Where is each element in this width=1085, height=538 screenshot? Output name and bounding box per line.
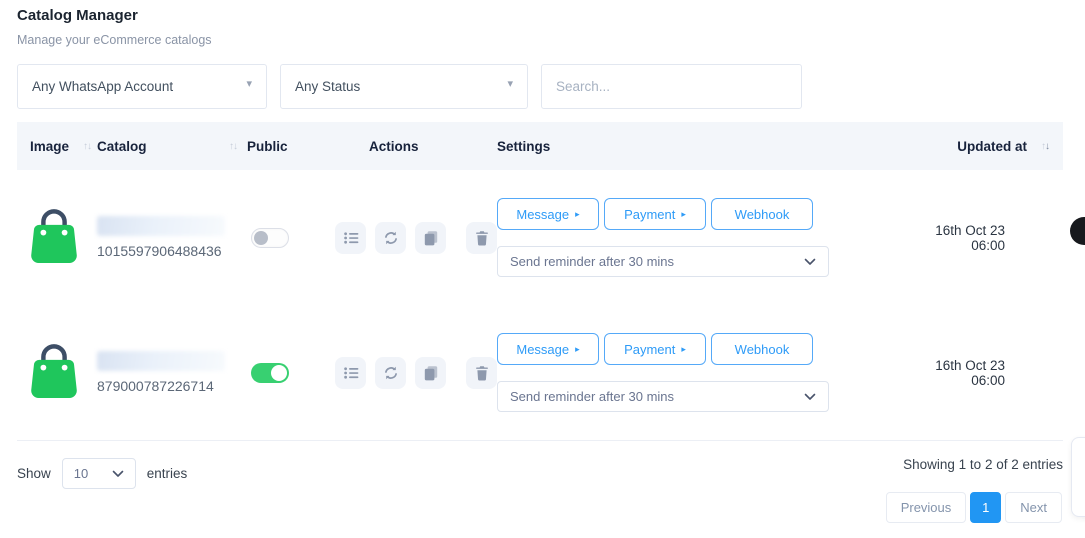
shopping-bag-icon: [27, 205, 81, 265]
sync-button[interactable]: [375, 357, 406, 389]
submenu-caret-icon: ▸: [681, 210, 686, 219]
shopping-bag-icon: [27, 340, 81, 400]
page-size-control: Show 10 entries: [17, 458, 187, 489]
whatsapp-account-filter-value: Any WhatsApp Account: [32, 79, 173, 94]
delete-button[interactable]: [466, 222, 497, 254]
next-page-button[interactable]: Next: [1005, 492, 1062, 523]
message-button[interactable]: Message ▸: [497, 333, 599, 365]
sync-icon: [383, 365, 399, 381]
page-size-value: 10: [74, 466, 88, 481]
column-header-actions: Actions: [327, 139, 497, 154]
delete-button[interactable]: [466, 357, 497, 389]
catalog-name-redacted: [97, 216, 225, 236]
catalog-manager-page: Catalog Manager Manage your eCommerce ca…: [0, 0, 1085, 538]
sort-icon[interactable]: ↑↓: [229, 141, 237, 152]
copy-icon: [423, 230, 439, 246]
table-row: 1015597906488436 Message ▸: [17, 170, 1063, 306]
column-header-settings: Settings: [497, 139, 918, 154]
webhook-button[interactable]: Webhook: [711, 198, 813, 230]
updated-at: 16th Oct 23 06:00: [918, 223, 1063, 253]
search-input[interactable]: [541, 64, 802, 109]
page-1-button[interactable]: 1: [970, 492, 1001, 523]
catalog-cell: 879000787226714: [97, 351, 247, 394]
column-header-public: Public: [247, 139, 327, 154]
payment-button[interactable]: Payment ▸: [604, 198, 706, 230]
reminder-select[interactable]: Send reminder after 30 mins: [497, 246, 829, 277]
whatsapp-account-filter[interactable]: Any WhatsApp Account ▾: [17, 64, 267, 109]
filter-bar: Any WhatsApp Account ▾ Any Status ▾: [17, 64, 802, 109]
chevron-down-icon: [804, 258, 816, 266]
public-cell: [247, 363, 327, 383]
copy-button[interactable]: [415, 222, 446, 254]
public-cell: [247, 228, 327, 248]
catalog-image-cell: [17, 205, 97, 270]
copy-icon: [423, 365, 439, 381]
status-filter-value: Any Status: [295, 79, 360, 94]
floating-widget-panel[interactable]: [1071, 437, 1085, 517]
reminder-select-value: Send reminder after 30 mins: [510, 389, 674, 404]
reminder-select-value: Send reminder after 30 mins: [510, 254, 674, 269]
showing-entries-text: Showing 1 to 2 of 2 entries: [903, 457, 1063, 472]
list-icon: [343, 365, 359, 381]
settings-buttons: Message ▸ Payment ▸ Webhook: [497, 333, 918, 365]
actions-cell: [327, 222, 497, 254]
caret-down-icon: ▾: [246, 77, 252, 90]
updated-at: 16th Oct 23 06:00: [918, 358, 1063, 388]
submenu-caret-icon: ▸: [681, 345, 686, 354]
toggle-knob: [254, 231, 268, 245]
list-button[interactable]: [335, 222, 366, 254]
chevron-down-icon: [804, 393, 816, 401]
copy-button[interactable]: [415, 357, 446, 389]
pagination: Previous 1 Next: [886, 492, 1062, 523]
settings-buttons: Message ▸ Payment ▸ Webhook: [497, 198, 918, 230]
floating-widget-circle[interactable]: [1070, 217, 1085, 245]
list-button[interactable]: [335, 357, 366, 389]
toggle-knob: [271, 365, 287, 381]
table-header: Image ↑↓ Catalog ↑↓ Public Actions Setti…: [17, 122, 1063, 170]
show-label: Show: [17, 466, 51, 481]
page-title: Catalog Manager: [17, 7, 138, 24]
entries-label: entries: [147, 466, 188, 481]
column-header-image[interactable]: Image ↑↓: [17, 139, 97, 154]
sync-icon: [383, 230, 399, 246]
submenu-caret-icon: ▸: [575, 345, 580, 354]
table-row: 879000787226714 Message ▸: [17, 305, 1063, 441]
trash-icon: [474, 230, 490, 246]
catalog-name-redacted: [97, 351, 225, 371]
submenu-caret-icon: ▸: [575, 210, 580, 219]
column-header-catalog[interactable]: Catalog ↑↓: [97, 139, 247, 154]
reminder-select[interactable]: Send reminder after 30 mins: [497, 381, 829, 412]
settings-cell: Message ▸ Payment ▸ Webhook Send reminde…: [497, 333, 918, 412]
sync-button[interactable]: [375, 222, 406, 254]
catalog-cell: 1015597906488436: [97, 216, 247, 259]
list-icon: [343, 230, 359, 246]
trash-icon: [474, 365, 490, 381]
public-toggle[interactable]: [251, 363, 289, 383]
payment-button[interactable]: Payment ▸: [604, 333, 706, 365]
caret-down-icon: ▾: [507, 77, 513, 90]
page-size-select[interactable]: 10: [62, 458, 136, 489]
catalog-id: 1015597906488436: [97, 243, 239, 259]
message-button[interactable]: Message ▸: [497, 198, 599, 230]
chevron-down-icon: [112, 470, 124, 478]
column-header-updated-at[interactable]: Updated at ↑↓: [918, 139, 1063, 154]
catalog-image-cell: [17, 340, 97, 405]
public-toggle[interactable]: [251, 228, 289, 248]
sort-icon[interactable]: ↑↓: [83, 141, 91, 152]
actions-cell: [327, 357, 497, 389]
previous-page-button[interactable]: Previous: [886, 492, 967, 523]
catalog-id: 879000787226714: [97, 378, 239, 394]
webhook-button[interactable]: Webhook: [711, 333, 813, 365]
settings-cell: Message ▸ Payment ▸ Webhook Send reminde…: [497, 198, 918, 277]
sort-icon[interactable]: ↑↓: [1041, 141, 1049, 152]
page-subtitle: Manage your eCommerce catalogs: [17, 33, 212, 47]
status-filter[interactable]: Any Status ▾: [280, 64, 528, 109]
